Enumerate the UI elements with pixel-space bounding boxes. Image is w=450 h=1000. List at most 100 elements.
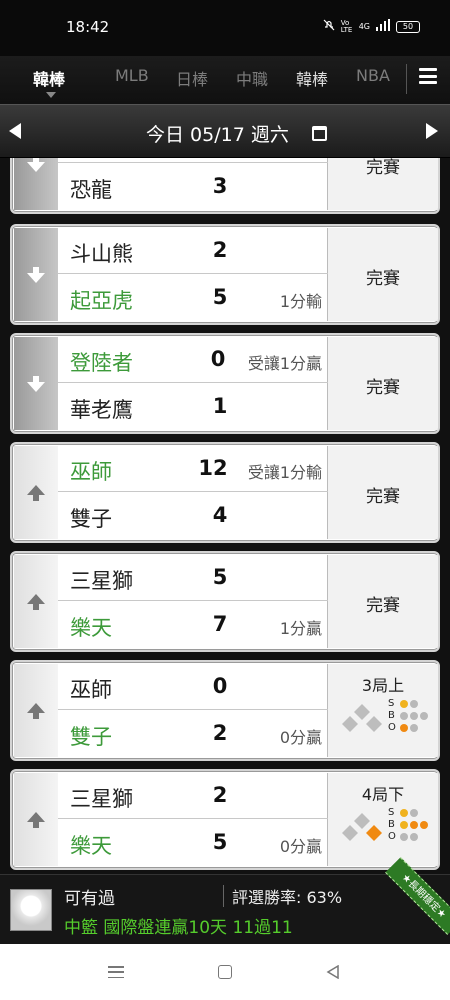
- game-teams: 巫師 0 雙子 2 0分贏: [58, 664, 328, 757]
- away-score: 5: [212, 565, 228, 589]
- away-score: 0: [210, 347, 226, 371]
- status-icons: Vo LTE 4G 50: [323, 19, 420, 34]
- ball-dot: [410, 821, 418, 829]
- out-dot: [410, 833, 418, 841]
- game-status: 完賽: [366, 378, 400, 398]
- mute-icon: [323, 19, 335, 34]
- strike-dot: [400, 700, 408, 708]
- signal-icon: [376, 19, 390, 34]
- game-teams: 恐龍 3: [58, 158, 328, 210]
- away-row: 三星獅 5: [58, 555, 328, 601]
- arrow-down-icon: [27, 267, 45, 283]
- menu-icon[interactable]: [419, 68, 437, 84]
- away-team-name: 三星獅: [70, 787, 133, 811]
- away-score: 12: [198, 456, 228, 480]
- volte-icon: Vo LTE: [340, 18, 353, 34]
- home-team-name: 華老鷹: [70, 398, 133, 422]
- bases-diamond-icon: [342, 704, 382, 732]
- count-indicator: S B O: [388, 807, 436, 843]
- promo-divider: [223, 885, 224, 907]
- calendar-icon[interactable]: [312, 126, 327, 141]
- home-team-name: 恐龍: [70, 178, 112, 202]
- game-side-bar: [14, 773, 58, 866]
- tab-npb[interactable]: 日棒: [176, 66, 208, 90]
- arrow-down-icon: [27, 158, 45, 172]
- promo-pick: 中籃 國際盤連贏10天 11過11: [64, 918, 293, 938]
- home-icon[interactable]: [218, 965, 232, 979]
- home-row: 雙子 4: [58, 493, 328, 539]
- tab-nba[interactable]: NBA: [356, 66, 390, 85]
- promo-banner[interactable]: 可有過 評選勝率: 63% 中籃 國際盤連贏10天 11過11 ★長期穩定★: [0, 857, 450, 944]
- game-card[interactable]: 巫師 12 受讓1分輸 雙子 4 完賽: [10, 442, 440, 543]
- back-icon[interactable]: [326, 965, 340, 979]
- game-status-cell: 完賽: [328, 158, 438, 210]
- game-card[interactable]: 三星獅 5 樂天 7 1分贏 完賽: [10, 551, 440, 652]
- arrow-up-icon: [27, 812, 45, 828]
- game-status-cell: 完賽: [328, 555, 438, 648]
- game-status-cell: 4局下 S B O: [328, 773, 438, 866]
- league-tabs: 韓棒 MLB 日棒 中職 韓棒 NBA: [0, 56, 450, 104]
- home-note: 0分贏: [279, 728, 322, 747]
- home-row: 樂天 5 0分贏: [58, 820, 328, 866]
- strike-label: S: [388, 698, 395, 709]
- home-note: 1分贏: [279, 619, 322, 638]
- game-status: 完賽: [366, 596, 400, 616]
- status-bar: 18:42 Vo LTE 4G 50: [0, 0, 450, 56]
- arrow-down-icon: [27, 376, 45, 392]
- status-time: 18:42: [66, 18, 110, 36]
- game-teams: 三星獅 2 樂天 5 0分贏: [58, 773, 328, 866]
- away-team-name: 巫師: [70, 678, 112, 702]
- game-teams: 三星獅 5 樂天 7 1分贏: [58, 555, 328, 648]
- game-side-bar: [14, 446, 58, 539]
- away-row: 三星獅 2: [58, 773, 328, 819]
- home-row: 雙子 2 0分贏: [58, 711, 328, 757]
- recent-apps-icon[interactable]: [108, 966, 124, 978]
- ball-label: B: [388, 710, 395, 721]
- prev-date-icon[interactable]: [9, 123, 21, 139]
- tab-caret-icon: [46, 92, 56, 98]
- tab-kbo-active[interactable]: 韓棒: [33, 66, 65, 90]
- ball-dot: [420, 821, 428, 829]
- ball-label: B: [388, 819, 395, 830]
- home-row: 華老鷹 1: [58, 384, 328, 430]
- away-team-name: 登陸者: [70, 351, 133, 375]
- tab-cpbl[interactable]: 中職: [236, 66, 268, 90]
- away-row: 巫師 12 受讓1分輸: [58, 446, 328, 492]
- game-card[interactable]: 巫師 0 雙子 2 0分贏 3局上 S B O: [10, 660, 440, 761]
- away-team-name: 三星獅: [70, 569, 133, 593]
- game-teams: 斗山熊 2 起亞虎 5 1分輸: [58, 228, 328, 321]
- game-teams: 巫師 12 受讓1分輸 雙子 4: [58, 446, 328, 539]
- away-row: 斗山熊 2: [58, 228, 328, 274]
- game-side-bar: [14, 158, 58, 210]
- home-row: 恐龍 3: [58, 164, 328, 210]
- home-score: 5: [212, 285, 228, 309]
- arrow-up-icon: [27, 703, 45, 719]
- home-score: 4: [212, 503, 228, 527]
- home-team-name: 雙子: [70, 507, 112, 531]
- tab-kbo[interactable]: 韓棒: [296, 66, 328, 90]
- game-list[interactable]: 恐龍 3 完賽 斗山熊 2 起亞虎 5 1分輸 完賽 登陸者 0 受讓1分贏 華…: [0, 158, 450, 874]
- tabs-divider: [406, 64, 407, 94]
- ball-dot: [410, 712, 418, 720]
- game-card[interactable]: 斗山熊 2 起亞虎 5 1分輸 完賽: [10, 224, 440, 325]
- away-score: 2: [212, 238, 228, 262]
- away-note: 受讓1分贏: [247, 354, 322, 373]
- game-side-bar: [14, 555, 58, 648]
- avatar: [10, 889, 52, 931]
- ball-dot: [420, 712, 428, 720]
- promo-win-rate: 評選勝率: 63%: [232, 888, 343, 907]
- game-side-bar: [14, 228, 58, 321]
- game-card[interactable]: 三星獅 2 樂天 5 0分贏 4局下 S B O: [10, 769, 440, 870]
- home-team-name: 樂天: [70, 616, 112, 640]
- next-date-icon[interactable]: [426, 123, 438, 139]
- tab-mlb[interactable]: MLB: [115, 66, 149, 85]
- game-card[interactable]: 登陸者 0 受讓1分贏 華老鷹 1 完賽: [10, 333, 440, 434]
- home-score: 7: [212, 612, 228, 636]
- out-label: O: [388, 831, 396, 842]
- game-status-cell: 完賽: [328, 446, 438, 539]
- game-status: 完賽: [366, 158, 400, 178]
- game-card[interactable]: 恐龍 3 完賽: [10, 158, 440, 214]
- home-note: 1分輸: [279, 292, 322, 311]
- count-indicator: S B O: [388, 698, 436, 734]
- date-label[interactable]: 今日 05/17 週六: [146, 120, 289, 147]
